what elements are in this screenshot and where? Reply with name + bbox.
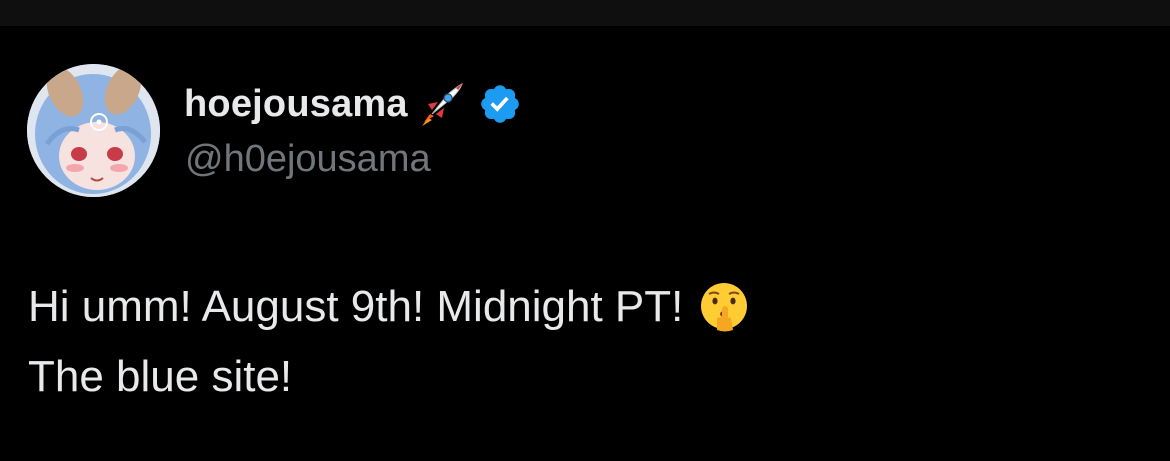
top-bar xyxy=(0,0,1170,26)
verified-badge-icon[interactable] xyxy=(478,82,522,126)
tweet-line-1-text: Hi umm! August 9th! Midnight PT! xyxy=(28,282,684,331)
tweet-line-2: The blue site! xyxy=(28,342,1128,412)
avatar[interactable] xyxy=(27,64,160,197)
tweet-text: Hi umm! August 9th! Midnight PT! The blu… xyxy=(28,272,1128,412)
display-name[interactable]: hoejousama xyxy=(184,80,408,128)
rocket-icon xyxy=(418,80,466,128)
shushing-face-icon xyxy=(697,280,751,334)
author-row: hoejousama xyxy=(184,80,522,128)
author-handle[interactable]: @h0ejousama xyxy=(185,136,431,182)
tweet-line-1: Hi umm! August 9th! Midnight PT! xyxy=(28,272,1128,342)
tweet-line-2-text: The blue site! xyxy=(28,352,293,401)
